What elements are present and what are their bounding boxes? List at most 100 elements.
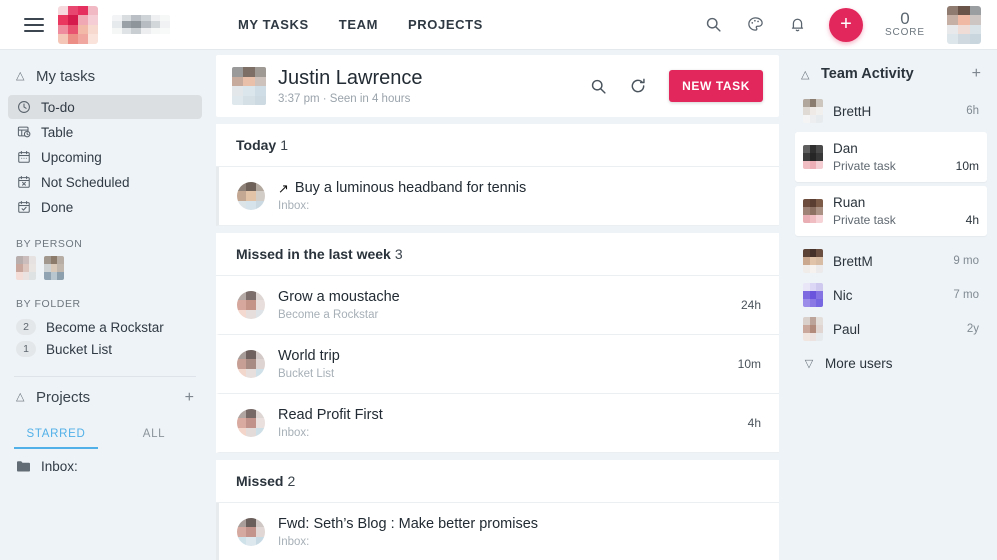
task-title-row: Read Profit First: [278, 407, 383, 423]
team-activity-body: Ruan Private task: [833, 195, 896, 227]
score-display: 0 SCORE: [885, 10, 925, 38]
team-member-name: Nic: [833, 287, 853, 303]
task-title-row: Fwd: Seth’s Blog : Make better promises: [278, 516, 538, 532]
task-row[interactable]: Fwd: Seth’s Blog : Make better promises I…: [216, 503, 779, 560]
more-users-label: More users: [825, 356, 893, 371]
add-project-icon[interactable]: +: [185, 389, 194, 406]
task-row[interactable]: ↖ Buy a luminous headband for tennis Inbox…: [216, 167, 779, 226]
team-activity-body: BrettM: [833, 254, 873, 269]
task-title: Buy a luminous headband for tennis: [294, 180, 527, 196]
avatar: [803, 99, 823, 123]
table-clock-icon: [16, 125, 31, 140]
task-title-row: ↖ Buy a luminous headband for tennis: [278, 180, 526, 196]
search-icon[interactable]: [703, 14, 725, 36]
task-subtitle: Inbox:: [278, 200, 310, 212]
top-bar-left: [0, 5, 170, 44]
top-bar-right: + 0 SCORE: [703, 5, 997, 44]
avatar[interactable]: [232, 67, 266, 105]
folder-item-become-a-rockstar[interactable]: 2 Become a Rockstar: [0, 316, 210, 338]
main-header-actions: NEW TASK: [590, 70, 763, 102]
task-row[interactable]: Grow a moustache Become a Rockstar 24h: [216, 276, 779, 335]
sidebar-item-upcoming[interactable]: Upcoming: [8, 145, 202, 169]
main-header-text: Justin Lawrence 3:37 pm · Seen in 4 hour…: [278, 67, 423, 105]
nav-my-tasks[interactable]: MY TASKS: [238, 17, 309, 32]
task-duration: 4h: [747, 416, 761, 430]
sidebar: △ My tasks To-do Table Upcoming Not Sche…: [0, 50, 210, 560]
task-section-title: Missed: [236, 473, 284, 489]
task-section-count: 1: [280, 137, 288, 153]
chevron-up-icon: △: [16, 70, 25, 82]
task-duration: 24h: [740, 298, 761, 312]
bell-icon[interactable]: [787, 14, 809, 36]
tab-starred[interactable]: STARRED: [14, 422, 98, 449]
team-activity-time: 7 mo: [953, 289, 979, 301]
team-member-name: BrettH: [833, 103, 872, 119]
chevron-up-icon: △: [801, 68, 810, 81]
team-activity-row[interactable]: Dan Private task 10m: [795, 132, 987, 182]
team-activity-body: Nic: [833, 288, 853, 303]
search-icon[interactable]: [590, 78, 607, 95]
chevron-up-icon: △: [16, 391, 25, 403]
hamburger-icon[interactable]: [24, 17, 44, 32]
by-folder-label: BY FOLDER: [16, 298, 81, 310]
task-body: Read Profit First Inbox:: [278, 407, 383, 439]
more-users-button[interactable]: ▽ More users: [795, 346, 987, 381]
brand-logo-mark[interactable]: [58, 5, 98, 44]
folder-icon: [16, 460, 31, 473]
task-title: Grow a moustache: [278, 289, 400, 305]
task-row[interactable]: Read Profit First Inbox: 4h: [216, 394, 779, 453]
sidebar-my-tasks-header[interactable]: △ My tasks: [0, 64, 210, 95]
project-label: Inbox:: [41, 459, 78, 474]
folder-label: Bucket List: [46, 341, 113, 357]
add-team-member-icon[interactable]: +: [972, 66, 981, 82]
project-item-inbox[interactable]: Inbox:: [0, 449, 210, 474]
task-section-count: 3: [394, 246, 403, 262]
avatar: [803, 317, 823, 341]
team-activity-row[interactable]: BrettH 6h: [795, 94, 987, 128]
new-task-button[interactable]: NEW TASK: [669, 70, 763, 102]
nav-projects[interactable]: PROJECTS: [408, 17, 483, 32]
tab-all[interactable]: ALL: [112, 422, 196, 449]
brand-logo-wordmark: [112, 14, 170, 35]
task-section-title: Today: [236, 137, 277, 153]
team-activity-list: BrettH 6h Dan Private task 10m Ruan Private ta…: [795, 94, 987, 346]
task-row[interactable]: World trip Bucket List 10m: [216, 335, 779, 394]
avatar: [803, 145, 823, 169]
user-avatar[interactable]: [947, 5, 981, 44]
sidebar-my-tasks-list: To-do Table Upcoming Not Scheduled Done: [0, 95, 210, 219]
sidebar-item-label: Done: [41, 199, 74, 215]
app-body: △ My tasks To-do Table Upcoming Not Sche…: [0, 50, 997, 560]
by-person-avatars: [0, 256, 210, 280]
sidebar-item-not-scheduled[interactable]: Not Scheduled: [8, 170, 202, 194]
folder-item-bucket-list[interactable]: 1 Bucket List: [0, 338, 210, 360]
team-activity-time: 10m: [955, 159, 979, 173]
team-activity-row[interactable]: BrettM 9 mo: [795, 244, 987, 278]
task-list[interactable]: Today 1 ↖ Buy a luminous headband for tenni…: [216, 117, 779, 560]
chevron-down-icon: ▽: [804, 358, 814, 370]
team-activity-row[interactable]: Paul 2y: [795, 312, 987, 346]
sidebar-my-tasks-title: My tasks: [36, 68, 96, 85]
main-header: Justin Lawrence 3:37 pm · Seen in 4 hour…: [216, 55, 779, 117]
team-activity-row[interactable]: Ruan Private task 4h: [795, 186, 987, 236]
score-value: 0: [900, 9, 910, 29]
task-title-row: Grow a moustache: [278, 289, 400, 305]
sidebar-item-done[interactable]: Done: [8, 195, 202, 219]
person-avatar[interactable]: [44, 256, 64, 280]
team-activity-time: 2y: [966, 323, 979, 335]
add-button[interactable]: +: [828, 7, 863, 42]
sidebar-projects-header[interactable]: △ Projects +: [0, 385, 210, 416]
calendar-check-icon: [16, 200, 31, 215]
sidebar-item-table[interactable]: Table: [8, 120, 202, 144]
avatar: [237, 182, 265, 210]
person-avatar[interactable]: [16, 256, 36, 280]
sidebar-item-todo[interactable]: To-do: [8, 95, 202, 119]
team-activity-panel: △ Team Activity + BrettH 6h Dan Private tas…: [785, 50, 997, 560]
team-activity-row[interactable]: Nic 7 mo: [795, 278, 987, 312]
task-body: ↖ Buy a luminous headband for tennis Inbox…: [278, 180, 526, 212]
palette-icon[interactable]: [745, 14, 767, 36]
team-activity-header[interactable]: △ Team Activity +: [795, 64, 987, 94]
nav-team[interactable]: TEAM: [339, 17, 378, 32]
task-subtitle: Inbox:: [278, 427, 310, 439]
refresh-icon[interactable]: [629, 77, 647, 95]
folder-count-badge: 1: [16, 341, 36, 357]
